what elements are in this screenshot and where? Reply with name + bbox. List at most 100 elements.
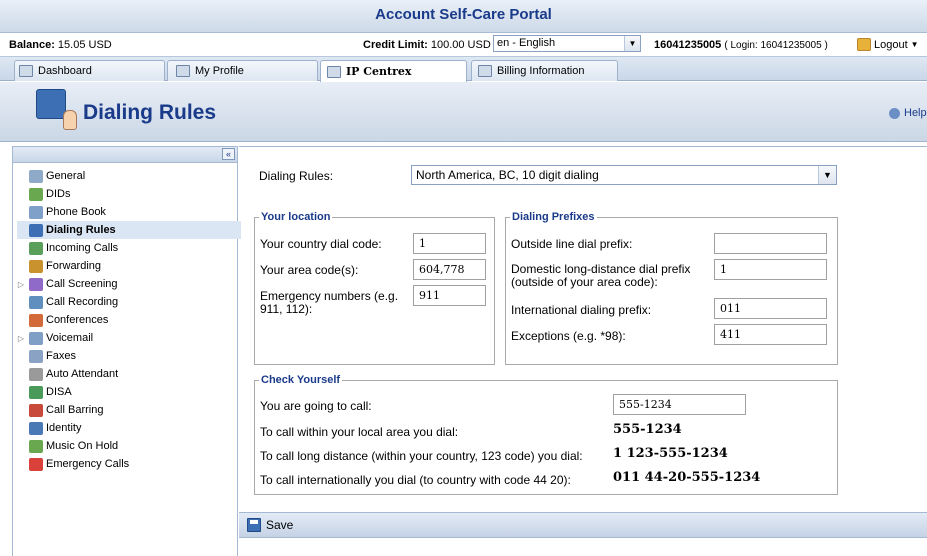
save-label: Save <box>266 518 294 532</box>
sidebar-item-call-recording[interactable]: Call Recording <box>17 293 241 311</box>
sidebar-item-label: Incoming Calls <box>46 242 119 254</box>
sidebar-item-general[interactable]: General <box>17 167 241 185</box>
help-link[interactable]: Help <box>889 107 927 119</box>
credit-limit-value: 100.00 USD <box>430 39 491 51</box>
action-bar: Save <box>239 512 927 538</box>
sidebar-item-phone-book[interactable]: Phone Book <box>17 203 241 221</box>
disa-icon <box>29 385 43 399</box>
sidebar-item-label: Faxes <box>46 350 76 362</box>
country-dial-code-label: Your country dial code: <box>260 237 382 251</box>
profile-icon <box>176 65 190 77</box>
dashboard-icon <box>19 65 33 77</box>
language-value: en - English <box>497 37 556 49</box>
ip-centrex-icon <box>327 65 341 78</box>
outside-line-prefix-input[interactable] <box>714 233 827 254</box>
area-code-input[interactable]: 604,778 <box>413 259 486 280</box>
sidebar-item-label: General <box>46 170 86 182</box>
help-icon <box>889 107 900 119</box>
sidebar-item-emergency-calls[interactable]: Emergency Calls <box>17 455 241 473</box>
tab-my-profile[interactable]: My Profile <box>167 60 318 81</box>
dialing-rules-icon <box>29 223 43 237</box>
tab-ip-centrex[interactable]: IP Centrex <box>320 60 467 82</box>
sidebar-item-label: Identity <box>46 422 82 434</box>
check-yourself-legend: Check Yourself <box>261 374 341 386</box>
going-to-call-label: You are going to call: <box>260 399 372 413</box>
international-dial-label: To call internationally you dial (to cou… <box>260 473 571 487</box>
caret-icon: ▼ <box>910 40 919 49</box>
balance-text: Balance: 15.05 USD <box>9 39 112 51</box>
sidebar-item-label: Music On Hold <box>46 440 119 452</box>
sidebar-item-label: Emergency Calls <box>46 458 130 470</box>
international-prefix-label: International dialing prefix: <box>511 303 652 317</box>
sidebar-item-faxes[interactable]: Faxes <box>17 347 241 365</box>
sidebar-item-label: Conferences <box>46 314 109 326</box>
dialing-rules-value: North America, BC, 10 digit dialing <box>416 168 599 182</box>
account-number: 16041235005 <box>654 39 722 51</box>
expand-arrow-icon[interactable]: ▷ <box>17 334 25 343</box>
voicemail-icon <box>29 331 43 345</box>
phone-book-icon <box>29 205 43 219</box>
lock-icon <box>857 38 871 51</box>
domestic-prefix-input[interactable]: 1 <box>714 259 827 280</box>
save-button[interactable]: Save <box>247 518 293 532</box>
sidebar-item-label: DISA <box>46 386 72 398</box>
auto-attendant-icon <box>29 367 43 381</box>
chevron-down-icon[interactable]: ▼ <box>818 166 836 184</box>
collapse-sidebar-button[interactable]: « <box>222 148 235 160</box>
sidebar-item-conferences[interactable]: Conferences <box>17 311 241 329</box>
country-dial-code-input[interactable]: 1 <box>413 233 486 254</box>
tab-billing-information[interactable]: Billing Information <box>471 60 618 81</box>
sidebar-item-auto-attendant[interactable]: Auto Attendant <box>17 365 241 383</box>
outside-line-prefix-label: Outside line dial prefix: <box>511 237 633 251</box>
portal-title-bar: Account Self-Care Portal <box>0 0 927 33</box>
sidebar-item-incoming-calls[interactable]: Incoming Calls <box>17 239 241 257</box>
international-prefix-input[interactable]: 011 <box>714 298 827 319</box>
sidebar-item-call-barring[interactable]: Call Barring <box>17 401 241 419</box>
language-select[interactable]: en - English ▼ <box>493 35 641 52</box>
incoming-calls-icon <box>29 241 43 255</box>
expand-arrow-icon[interactable]: ▷ <box>17 280 25 289</box>
local-dial-value: 555-1234 <box>613 422 682 437</box>
sidebar-item-music-on-hold[interactable]: Music On Hold <box>17 437 241 455</box>
tab-label: IP Centrex <box>346 65 412 78</box>
sidebar-item-label: Call Recording <box>46 296 119 308</box>
sidebar-item-label: Forwarding <box>46 260 102 272</box>
domestic-prefix-label: Domestic long-distance dial prefix (outs… <box>511 262 691 289</box>
dialing-rules-icon <box>36 89 77 130</box>
tab-dashboard[interactable]: Dashboard <box>14 60 165 81</box>
area-code-label: Your area code(s): <box>260 263 359 277</box>
sidebar-item-call-screening[interactable]: ▷ Call Screening <box>17 275 241 293</box>
bottom-area <box>239 539 927 556</box>
tab-label: Billing Information <box>497 65 585 77</box>
balance-label: Balance: <box>9 39 55 51</box>
sidebar-item-dialing-rules[interactable]: Dialing Rules <box>17 221 241 239</box>
sidebar-item-label: DIDs <box>46 188 71 200</box>
account-id: 16041235005 ( Login: 16041235005 ) <box>654 39 828 51</box>
emergency-numbers-input[interactable]: 911 <box>413 285 486 306</box>
logout-button[interactable]: Logout ▼ <box>857 38 919 51</box>
balance-value: 15.05 USD <box>57 39 112 51</box>
sidebar-item-dids[interactable]: DIDs <box>17 185 241 203</box>
sidebar-item-label: Auto Attendant <box>46 368 119 380</box>
sidebar-item-identity[interactable]: Identity <box>17 419 241 437</box>
emergency-calls-icon <box>29 457 43 471</box>
conferences-icon <box>29 313 43 327</box>
login-text: ( Login: 16041235005 ) <box>724 40 828 51</box>
dialing-prefixes-legend: Dialing Prefixes <box>512 211 595 223</box>
going-to-call-input[interactable]: 555-1234 <box>613 394 746 415</box>
sidebar-item-label: Call Barring <box>46 404 104 416</box>
gear-icon <box>29 169 43 183</box>
exceptions-input[interactable]: 411 <box>714 324 827 345</box>
sidebar-item-voicemail[interactable]: ▷ Voicemail <box>17 329 241 347</box>
sidebar-item-forwarding[interactable]: Forwarding <box>17 257 241 275</box>
call-recording-icon <box>29 295 43 309</box>
fax-icon <box>29 349 43 363</box>
local-dial-label: To call within your local area you dial: <box>260 425 459 439</box>
forwarding-icon <box>29 259 43 273</box>
tab-label: My Profile <box>195 65 244 77</box>
chevron-down-icon[interactable]: ▼ <box>624 36 640 51</box>
dids-icon <box>29 187 43 201</box>
page-title: Dialing Rules <box>83 101 217 124</box>
sidebar-item-disa[interactable]: DISA <box>17 383 241 401</box>
dialing-rules-select[interactable]: North America, BC, 10 digit dialing ▼ <box>411 165 837 185</box>
